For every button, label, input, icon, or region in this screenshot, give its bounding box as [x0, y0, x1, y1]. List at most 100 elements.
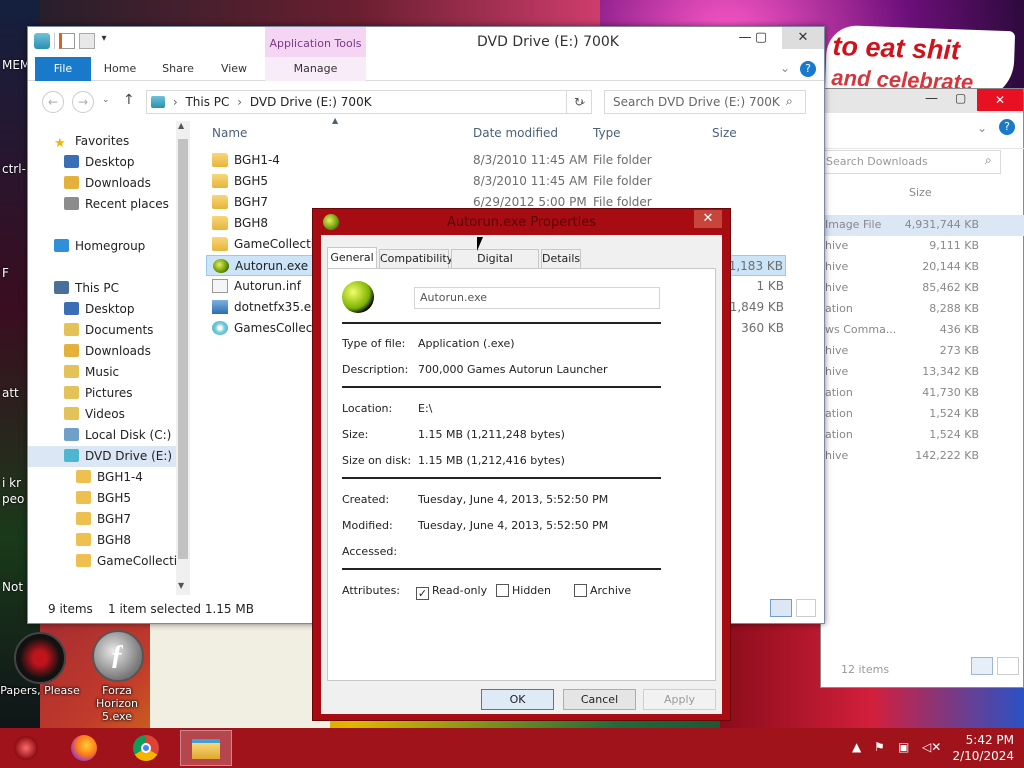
checkbox-box[interactable] — [496, 584, 509, 597]
file-explorer-icon[interactable] — [180, 730, 232, 766]
nav-item-label[interactable]: Local Disk (C:) — [85, 428, 171, 442]
chrome-logo[interactable] — [133, 735, 159, 761]
nav-item-label[interactable]: DVD Drive (E:) 70 — [85, 449, 190, 463]
tab-compatibility[interactable]: Compatibility — [379, 249, 453, 269]
folder-icon[interactable] — [192, 739, 220, 759]
nav-item[interactable]: Downloads — [28, 341, 176, 362]
clock-date[interactable]: 2/10/2024 — [944, 748, 1014, 764]
download-row[interactable]: hive 142,222 KB — [821, 446, 1024, 467]
details-view-icon[interactable] — [770, 599, 792, 617]
nav-item[interactable]: Music — [28, 362, 176, 383]
breadcrumb-dvd-drive[interactable]: DVD Drive (E:) 700K — [250, 95, 372, 109]
downloads-search-input[interactable]: Search Downloads — [821, 150, 1001, 174]
chevron-down-icon[interactable]: ▾ — [99, 33, 109, 49]
nav-item-label[interactable]: Downloads — [85, 176, 151, 190]
nav-item[interactable]: Homegroup — [28, 236, 176, 257]
chevron-down-icon[interactable]: ⌄ — [102, 95, 110, 105]
minimize-icon[interactable]: — — [925, 91, 938, 106]
scrollbar-thumb[interactable] — [178, 139, 188, 559]
column-header-type[interactable]: Type — [593, 123, 621, 143]
desktop-icon-label[interactable]: Forza Horizon 5.exe — [80, 684, 154, 723]
forward-arrow-icon[interactable]: → — [72, 91, 94, 113]
apply-button[interactable]: Apply — [643, 689, 716, 710]
nav-item-label[interactable]: Documents — [85, 323, 153, 337]
tab-digital-signatures[interactable]: Digital Signatures — [451, 249, 539, 283]
download-row[interactable]: hive 9,111 KB — [821, 236, 1024, 257]
breadcrumb-this-pc[interactable]: This PC — [185, 95, 229, 109]
tab-home[interactable]: Home — [98, 57, 142, 81]
nav-item-label[interactable]: Homegroup — [75, 239, 145, 253]
start-icon[interactable] — [4, 730, 48, 766]
show-hidden-icons-icon[interactable]: ▲ — [852, 740, 861, 754]
nav-item[interactable]: BGH5 — [28, 488, 176, 509]
network-icon[interactable]: ▣ — [898, 740, 909, 754]
ok-button[interactable]: OK — [481, 689, 554, 710]
action-center-flag-icon[interactable]: ⚑ — [874, 740, 885, 754]
clock-time[interactable]: 5:42 PM — [944, 732, 1014, 748]
download-row[interactable]: ation 8,288 KB — [821, 299, 1024, 320]
firefox-logo[interactable] — [71, 735, 97, 761]
tab-manage[interactable]: Manage — [265, 57, 366, 81]
filename-field[interactable]: Autorun.exe — [414, 287, 660, 309]
details-view-icon[interactable] — [971, 657, 993, 675]
chrome-icon[interactable] — [124, 730, 168, 766]
tab-details[interactable]: Details — [541, 249, 581, 269]
nav-item[interactable]: Downloads — [28, 173, 176, 194]
papers-please-icon[interactable] — [14, 632, 66, 684]
new-folder-icon[interactable] — [79, 33, 95, 49]
scroll-down-icon[interactable]: ▼ — [178, 581, 184, 590]
nav-item[interactable]: Local Disk (C:) — [28, 425, 176, 446]
download-row[interactable]: ation 1,524 KB — [821, 404, 1024, 425]
column-header-date[interactable]: Date modified — [473, 123, 558, 143]
navigation-scrollbar[interactable]: ▲ ▼ — [176, 121, 190, 595]
refresh-icon[interactable]: ↻ — [566, 90, 592, 114]
nav-item-label[interactable]: Desktop — [85, 302, 135, 316]
nav-item[interactable]: Desktop — [28, 152, 176, 173]
hidden-checkbox[interactable]: Hidden — [496, 584, 551, 597]
nav-item-label[interactable]: Pictures — [85, 386, 133, 400]
nav-item-label[interactable]: Downloads — [85, 344, 151, 358]
address-bar[interactable]: › This PC › DVD Drive (E:) 700K ⌄ — [146, 90, 592, 114]
nav-item[interactable]: This PC — [28, 278, 176, 299]
nav-item[interactable]: ★ Favorites — [28, 131, 176, 152]
close-icon[interactable]: ✕ — [782, 27, 824, 49]
close-icon[interactable]: ✕ — [694, 210, 722, 228]
download-row[interactable]: ws Comma... 436 KB — [821, 320, 1024, 341]
help-icon[interactable]: ? — [999, 119, 1015, 135]
nav-item[interactable]: Videos — [28, 404, 176, 425]
properties-dialog[interactable]: Autorun.exe Properties ✕ General Compati… — [312, 208, 731, 721]
nav-item[interactable]: Recent places — [28, 194, 176, 215]
tab-share[interactable]: Share — [156, 57, 200, 81]
nav-item[interactable]: Pictures — [28, 383, 176, 404]
file-row[interactable]: BGH5 8/3/2010 11:45 AM File folder — [206, 171, 786, 192]
archive-checkbox[interactable]: Archive — [574, 584, 631, 597]
properties-icon[interactable] — [59, 33, 75, 49]
download-row[interactable]: hive 13,342 KB — [821, 362, 1024, 383]
system-clock[interactable]: 5:42 PM 2/10/2024 — [944, 732, 1014, 764]
nav-item-label[interactable]: BGH7 — [97, 512, 131, 526]
dialog-titlebar[interactable]: Autorun.exe Properties ✕ — [313, 209, 730, 235]
checkbox-box[interactable] — [574, 584, 587, 597]
nav-item[interactable]: BGH7 — [28, 509, 176, 530]
desktop-icon-label[interactable]: Papers, Please — [0, 684, 80, 697]
nav-item-label[interactable]: GameCollectio — [97, 554, 184, 568]
download-row[interactable]: hive 273 KB — [821, 341, 1024, 362]
readonly-checkbox[interactable]: ✓ Read-only — [416, 584, 487, 600]
checkmark-icon[interactable]: ✓ — [416, 587, 429, 600]
nav-item-label[interactable]: Favorites — [75, 134, 129, 148]
nav-item[interactable]: BGH1-4 — [28, 467, 176, 488]
maximize-icon[interactable]: ▢ — [746, 27, 776, 49]
nav-item-label[interactable]: BGH1-4 — [97, 470, 143, 484]
chevron-down-icon[interactable]: ⌄ — [780, 61, 790, 75]
size-column-header[interactable]: Size — [909, 186, 932, 199]
firefox-icon[interactable] — [62, 730, 106, 766]
tab-general[interactable]: General — [327, 247, 377, 269]
downloads-titlebar[interactable]: — ▢ ✕ — [821, 89, 1023, 113]
large-icons-view-icon[interactable] — [997, 657, 1019, 675]
search-icon[interactable]: ⌕ — [786, 94, 793, 109]
archive-label[interactable]: Archive — [590, 584, 631, 597]
nav-item-label[interactable]: Recent places — [85, 197, 169, 211]
column-header-name[interactable]: Name — [212, 123, 247, 143]
readonly-label[interactable]: Read-only — [432, 584, 487, 597]
search-icon[interactable]: ⌕ — [985, 153, 992, 168]
